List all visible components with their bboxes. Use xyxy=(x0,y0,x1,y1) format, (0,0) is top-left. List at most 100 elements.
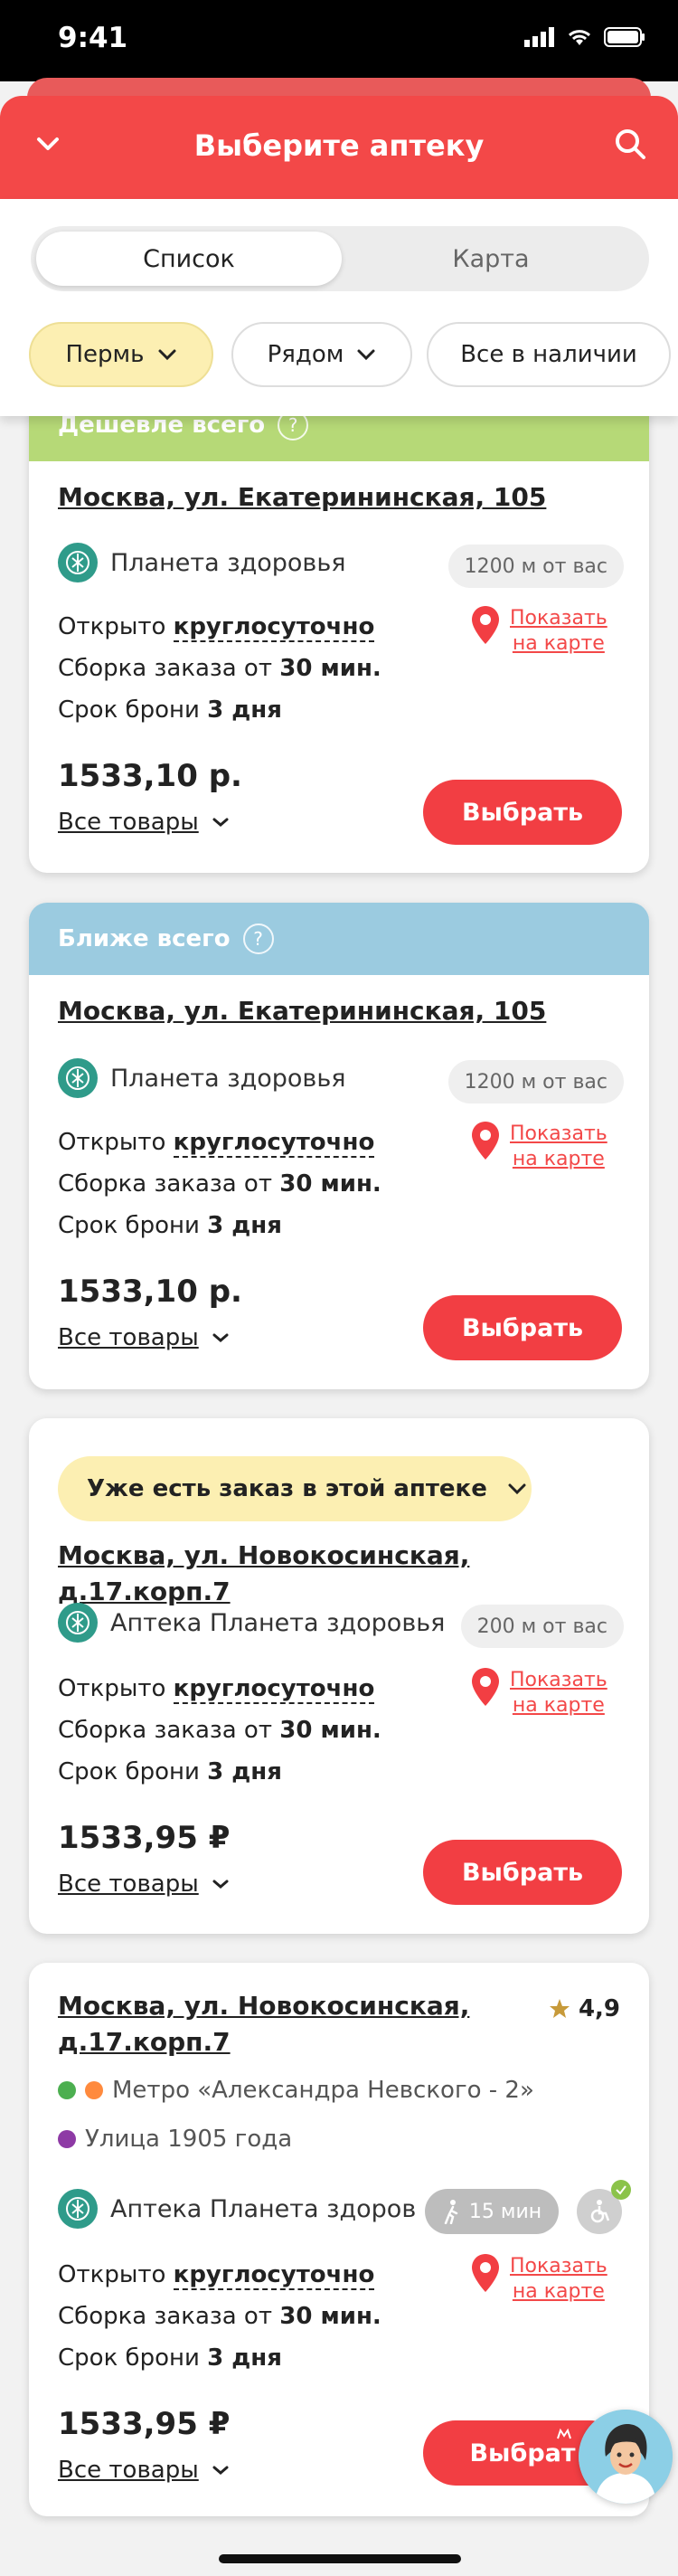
map-link-line1: Показать xyxy=(510,607,607,630)
reserve-value: 3 дня xyxy=(207,696,282,724)
show-on-map[interactable]: Показать на карте xyxy=(472,606,607,657)
open-hours: Открыто круглосуточно xyxy=(58,1675,375,1704)
select-button[interactable]: Выбрать xyxy=(423,1840,622,1905)
chevron-down-icon xyxy=(357,349,375,361)
assembly-value: 30 мин. xyxy=(279,655,381,682)
filters-panel: Список Карта Пермь Рядом Все в наличии xyxy=(0,199,678,416)
reserve-term: Срок брони 3 дня xyxy=(58,696,282,724)
header: Выберите аптеку xyxy=(0,96,678,199)
nearest-banner: Ближе всего ? xyxy=(29,903,649,975)
open-value: круглосуточно xyxy=(173,1129,375,1158)
pharmacy-card: Дешевле всего ? Москва, ул. Екатерининск… xyxy=(29,389,649,873)
status-bar: 9:41 xyxy=(0,0,678,81)
distance-badge: 1200 м от вас xyxy=(447,545,624,588)
map-link-line2: на карте xyxy=(512,2280,605,2303)
all-items-toggle[interactable]: Все товары xyxy=(58,809,230,836)
chevron-down-icon xyxy=(212,1880,229,1889)
assembly-value: 30 мин. xyxy=(279,2303,381,2330)
metro-label: Метро «Александра Невского - 2» xyxy=(112,2077,534,2104)
pharmacy-name: Планета здоровья xyxy=(110,1064,346,1093)
walking-icon xyxy=(444,2200,458,2224)
all-items-toggle[interactable]: Все товары xyxy=(58,1324,230,1351)
wifi-icon xyxy=(568,30,591,45)
address-line2: д.17.корп.7 xyxy=(58,2027,231,2057)
view-switch: Список Карта xyxy=(31,226,649,291)
city-filter[interactable]: Пермь xyxy=(29,322,213,387)
map-link-line2: на карте xyxy=(512,632,605,655)
brand-badge-icon xyxy=(553,2426,575,2444)
status-time: 9:41 xyxy=(58,22,128,54)
all-items-label: Все товары xyxy=(58,1870,199,1898)
availability-filter[interactable]: Все в наличии xyxy=(427,322,671,387)
map-link-line2: на карте xyxy=(512,1148,605,1170)
all-items-toggle[interactable]: Все товары xyxy=(58,2457,230,2484)
price: 1533,10 р. xyxy=(58,1274,242,1310)
open-value: круглосуточно xyxy=(173,2261,375,2290)
pharmacy-name-row: Планета здоровья xyxy=(58,1058,346,1098)
pharmacy-name: Планета здоровья xyxy=(110,548,346,577)
rating: 4,9 xyxy=(548,1995,620,2022)
assembly-time: Сборка заказа от 30 мин. xyxy=(58,655,381,682)
pharmacy-card: Уже есть заказ в этой аптеке Москва, ул.… xyxy=(29,1418,649,1934)
pharmacy-address[interactable]: Москва, ул. Новокосинская, д.17.корп.7 xyxy=(58,1538,649,1610)
all-items-toggle[interactable]: Все товары xyxy=(58,1870,230,1898)
open-prefix: Открыто xyxy=(58,613,174,640)
show-on-map-link[interactable]: Показать на карте xyxy=(510,1668,607,1719)
assembly-time: Сборка заказа от 30 мин. xyxy=(58,1170,381,1198)
show-on-map-link[interactable]: Показать на карте xyxy=(510,606,607,657)
show-on-map[interactable]: Показать на карте xyxy=(472,1668,607,1719)
search-button[interactable] xyxy=(613,127,647,165)
near-filter[interactable]: Рядом xyxy=(231,322,412,387)
show-on-map[interactable]: Показать на карте xyxy=(472,2254,607,2305)
show-on-map[interactable]: Показать на карте xyxy=(472,1122,607,1172)
select-button[interactable]: Выбрать xyxy=(423,1295,622,1360)
pharmacy-logo-icon xyxy=(58,1058,98,1098)
assembly-time: Сборка заказа от 30 мин. xyxy=(58,2303,381,2330)
open-hours: Открыто круглосуточно xyxy=(58,2261,375,2290)
open-value: круглосуточно xyxy=(173,613,375,642)
address-line1: Москва, ул. Новокосинская, xyxy=(58,1991,470,2021)
street-station: Улица 1905 года xyxy=(58,2126,292,2153)
question-icon[interactable]: ? xyxy=(242,923,274,954)
reserve-term: Срок брони 3 дня xyxy=(58,1758,282,1785)
city-filter-label: Пермь xyxy=(65,341,145,368)
pharmacy-address[interactable]: Москва, ул. Екатерининская, 105 xyxy=(58,479,546,516)
assembly-value: 30 мин. xyxy=(279,1170,381,1198)
assembly-value: 30 мин. xyxy=(279,1717,381,1744)
assembly-prefix: Сборка заказа от xyxy=(58,2303,280,2330)
tab-map[interactable]: Карта xyxy=(338,232,644,286)
map-link-line1: Показать xyxy=(510,2255,607,2278)
availability-filter-label: Все в наличии xyxy=(460,341,637,368)
wheelchair-icon xyxy=(590,2200,610,2223)
map-link-line1: Показать xyxy=(510,1122,607,1145)
reserve-prefix: Срок брони xyxy=(58,2344,208,2372)
price: 1533,95 ₽ xyxy=(58,2406,231,2442)
pharmacy-address[interactable]: Москва, ул. Новокосинская, д.17.корп.7 xyxy=(58,1988,469,2060)
distance-badge: 200 м от вас xyxy=(460,1605,624,1648)
metro-line-dot xyxy=(58,2081,76,2099)
all-items-label: Все товары xyxy=(58,1324,199,1351)
reserve-prefix: Срок брони xyxy=(58,696,208,724)
metro-station: Метро «Александра Невского - 2» xyxy=(58,2077,534,2104)
street-label: Улица 1905 года xyxy=(85,2126,293,2153)
show-on-map-link[interactable]: Показать на карте xyxy=(510,2254,607,2305)
assistant-avatar-icon[interactable] xyxy=(579,2410,673,2504)
show-on-map-link[interactable]: Показать на карте xyxy=(510,1122,607,1172)
banner-label: Ближе всего xyxy=(58,925,231,952)
open-hours: Открыто круглосуточно xyxy=(58,613,375,642)
signal-icon xyxy=(524,27,554,47)
pharmacy-logo-icon xyxy=(58,1603,98,1643)
search-icon xyxy=(616,129,645,159)
map-pin-icon xyxy=(472,2254,499,2292)
select-button[interactable]: Выбрать xyxy=(423,780,622,845)
status-icons xyxy=(524,27,645,47)
pharmacy-address[interactable]: Москва, ул. Екатерининская, 105 xyxy=(58,993,546,1029)
tab-list[interactable]: Список xyxy=(36,232,342,286)
all-items-label: Все товары xyxy=(58,2457,199,2484)
existing-order-notice[interactable]: Уже есть заказ в этой аптеке xyxy=(58,1456,532,1521)
page-title: Выберите аптеку xyxy=(193,128,485,163)
open-prefix: Открыто xyxy=(58,1129,174,1156)
chevron-down-icon xyxy=(212,2466,229,2475)
chevron-down-icon xyxy=(212,1333,229,1342)
reserve-value: 3 дня xyxy=(207,1212,282,1239)
